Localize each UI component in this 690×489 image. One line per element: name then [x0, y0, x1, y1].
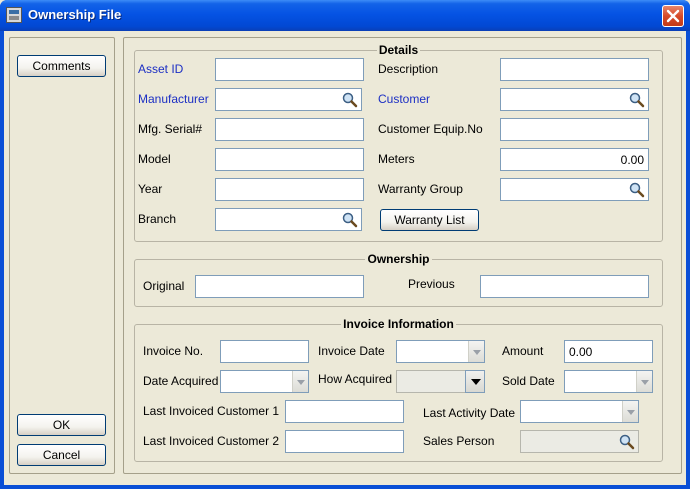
customer-label: Customer: [378, 92, 431, 106]
previous-label: Previous: [408, 277, 455, 291]
ok-button[interactable]: OK: [17, 414, 106, 436]
last-activity-date-label: Last Activity Date: [423, 406, 516, 420]
amount-value: 0.00: [569, 345, 593, 359]
details-group: Details Asset ID Manufacturer Mfg. Seria…: [134, 43, 663, 242]
last-invoiced-customer-1-label: Last Invoiced Customer 1: [143, 404, 280, 418]
sold-date-dropdown-icon[interactable]: [636, 371, 652, 392]
manufacturer-search-icon[interactable]: [341, 91, 359, 109]
warranty-list-button[interactable]: Warranty List: [380, 209, 479, 231]
ownership-title: Ownership: [365, 252, 432, 266]
dialog-client: Comments OK Cancel Details Asset ID Manu…: [4, 31, 686, 485]
last-activity-date-dropdown-icon[interactable]: [622, 401, 638, 422]
sales-person-search-icon[interactable]: [618, 433, 636, 451]
warranty-group-search-icon[interactable]: [628, 181, 646, 199]
date-acquired-input[interactable]: [220, 370, 309, 393]
mfg-serial-label: Mfg. Serial#: [138, 122, 203, 136]
last-invoiced-customer-2-input[interactable]: [285, 430, 404, 453]
how-acquired-dropdown-icon[interactable]: [465, 370, 485, 393]
right-panel: Details Asset ID Manufacturer Mfg. Seria…: [123, 37, 682, 474]
amount-label: Amount: [502, 344, 544, 358]
invoice-date-input[interactable]: [396, 340, 485, 363]
branch-input[interactable]: [215, 208, 362, 231]
invoice-group: Invoice Information Invoice No. Invoice …: [134, 317, 663, 462]
warranty-group-input[interactable]: [500, 178, 649, 201]
year-input[interactable]: [215, 178, 364, 201]
warranty-group-label: Warranty Group: [378, 182, 463, 196]
customer-input[interactable]: [500, 88, 649, 111]
asset-id-label: Asset ID: [138, 62, 184, 76]
meters-label: Meters: [378, 152, 415, 166]
close-button[interactable]: [662, 5, 684, 27]
description-label: Description: [378, 62, 439, 76]
title-bar[interactable]: Ownership File: [0, 0, 690, 31]
mfg-serial-input[interactable]: [215, 118, 364, 141]
invoice-no-label: Invoice No.: [143, 344, 204, 358]
manufacturer-input[interactable]: [215, 88, 362, 111]
sold-date-label: Sold Date: [502, 374, 555, 388]
year-label: Year: [138, 182, 163, 196]
description-input[interactable]: [500, 58, 649, 81]
last-invoiced-customer-1-input[interactable]: [285, 400, 404, 423]
cancel-button[interactable]: Cancel: [17, 444, 106, 466]
how-acquired-select[interactable]: [396, 370, 485, 393]
original-input[interactable]: [195, 275, 364, 298]
previous-input[interactable]: [480, 275, 649, 298]
customer-equip-input[interactable]: [500, 118, 649, 141]
app-icon: [6, 7, 22, 23]
invoice-no-input[interactable]: [220, 340, 309, 363]
customer-search-icon[interactable]: [628, 91, 646, 109]
window-title: Ownership File: [28, 7, 122, 22]
meters-input[interactable]: 0.00: [500, 148, 649, 171]
sold-date-input[interactable]: [564, 370, 653, 393]
branch-search-icon[interactable]: [341, 211, 359, 229]
amount-input[interactable]: 0.00: [564, 340, 653, 363]
model-input[interactable]: [215, 148, 364, 171]
details-title: Details: [376, 43, 421, 57]
date-acquired-dropdown-icon[interactable]: [292, 371, 308, 392]
branch-label: Branch: [138, 212, 177, 226]
date-acquired-label: Date Acquired: [143, 374, 219, 388]
manufacturer-label: Manufacturer: [138, 92, 209, 106]
how-acquired-label: How Acquired: [318, 372, 393, 386]
last-invoiced-customer-2-label: Last Invoiced Customer 2: [143, 434, 280, 448]
original-label: Original: [143, 279, 185, 293]
customer-equip-label: Customer Equip.No: [378, 122, 483, 136]
invoice-title: Invoice Information: [341, 317, 456, 331]
meters-value: 0.00: [620, 153, 644, 167]
dialog-window: Ownership File Comments OK Cancel Detail…: [0, 0, 690, 489]
ownership-group: Ownership Original Previous: [134, 252, 663, 307]
last-activity-date-input[interactable]: [520, 400, 639, 423]
comments-button[interactable]: Comments: [17, 55, 106, 77]
left-panel: Comments OK Cancel: [9, 37, 115, 474]
asset-id-input[interactable]: [215, 58, 364, 81]
sales-person-input[interactable]: [520, 430, 639, 453]
invoice-date-dropdown-icon[interactable]: [468, 341, 484, 362]
invoice-date-label: Invoice Date: [318, 344, 385, 358]
sales-person-label: Sales Person: [423, 434, 495, 448]
model-label: Model: [138, 152, 171, 166]
close-icon: [666, 9, 680, 23]
